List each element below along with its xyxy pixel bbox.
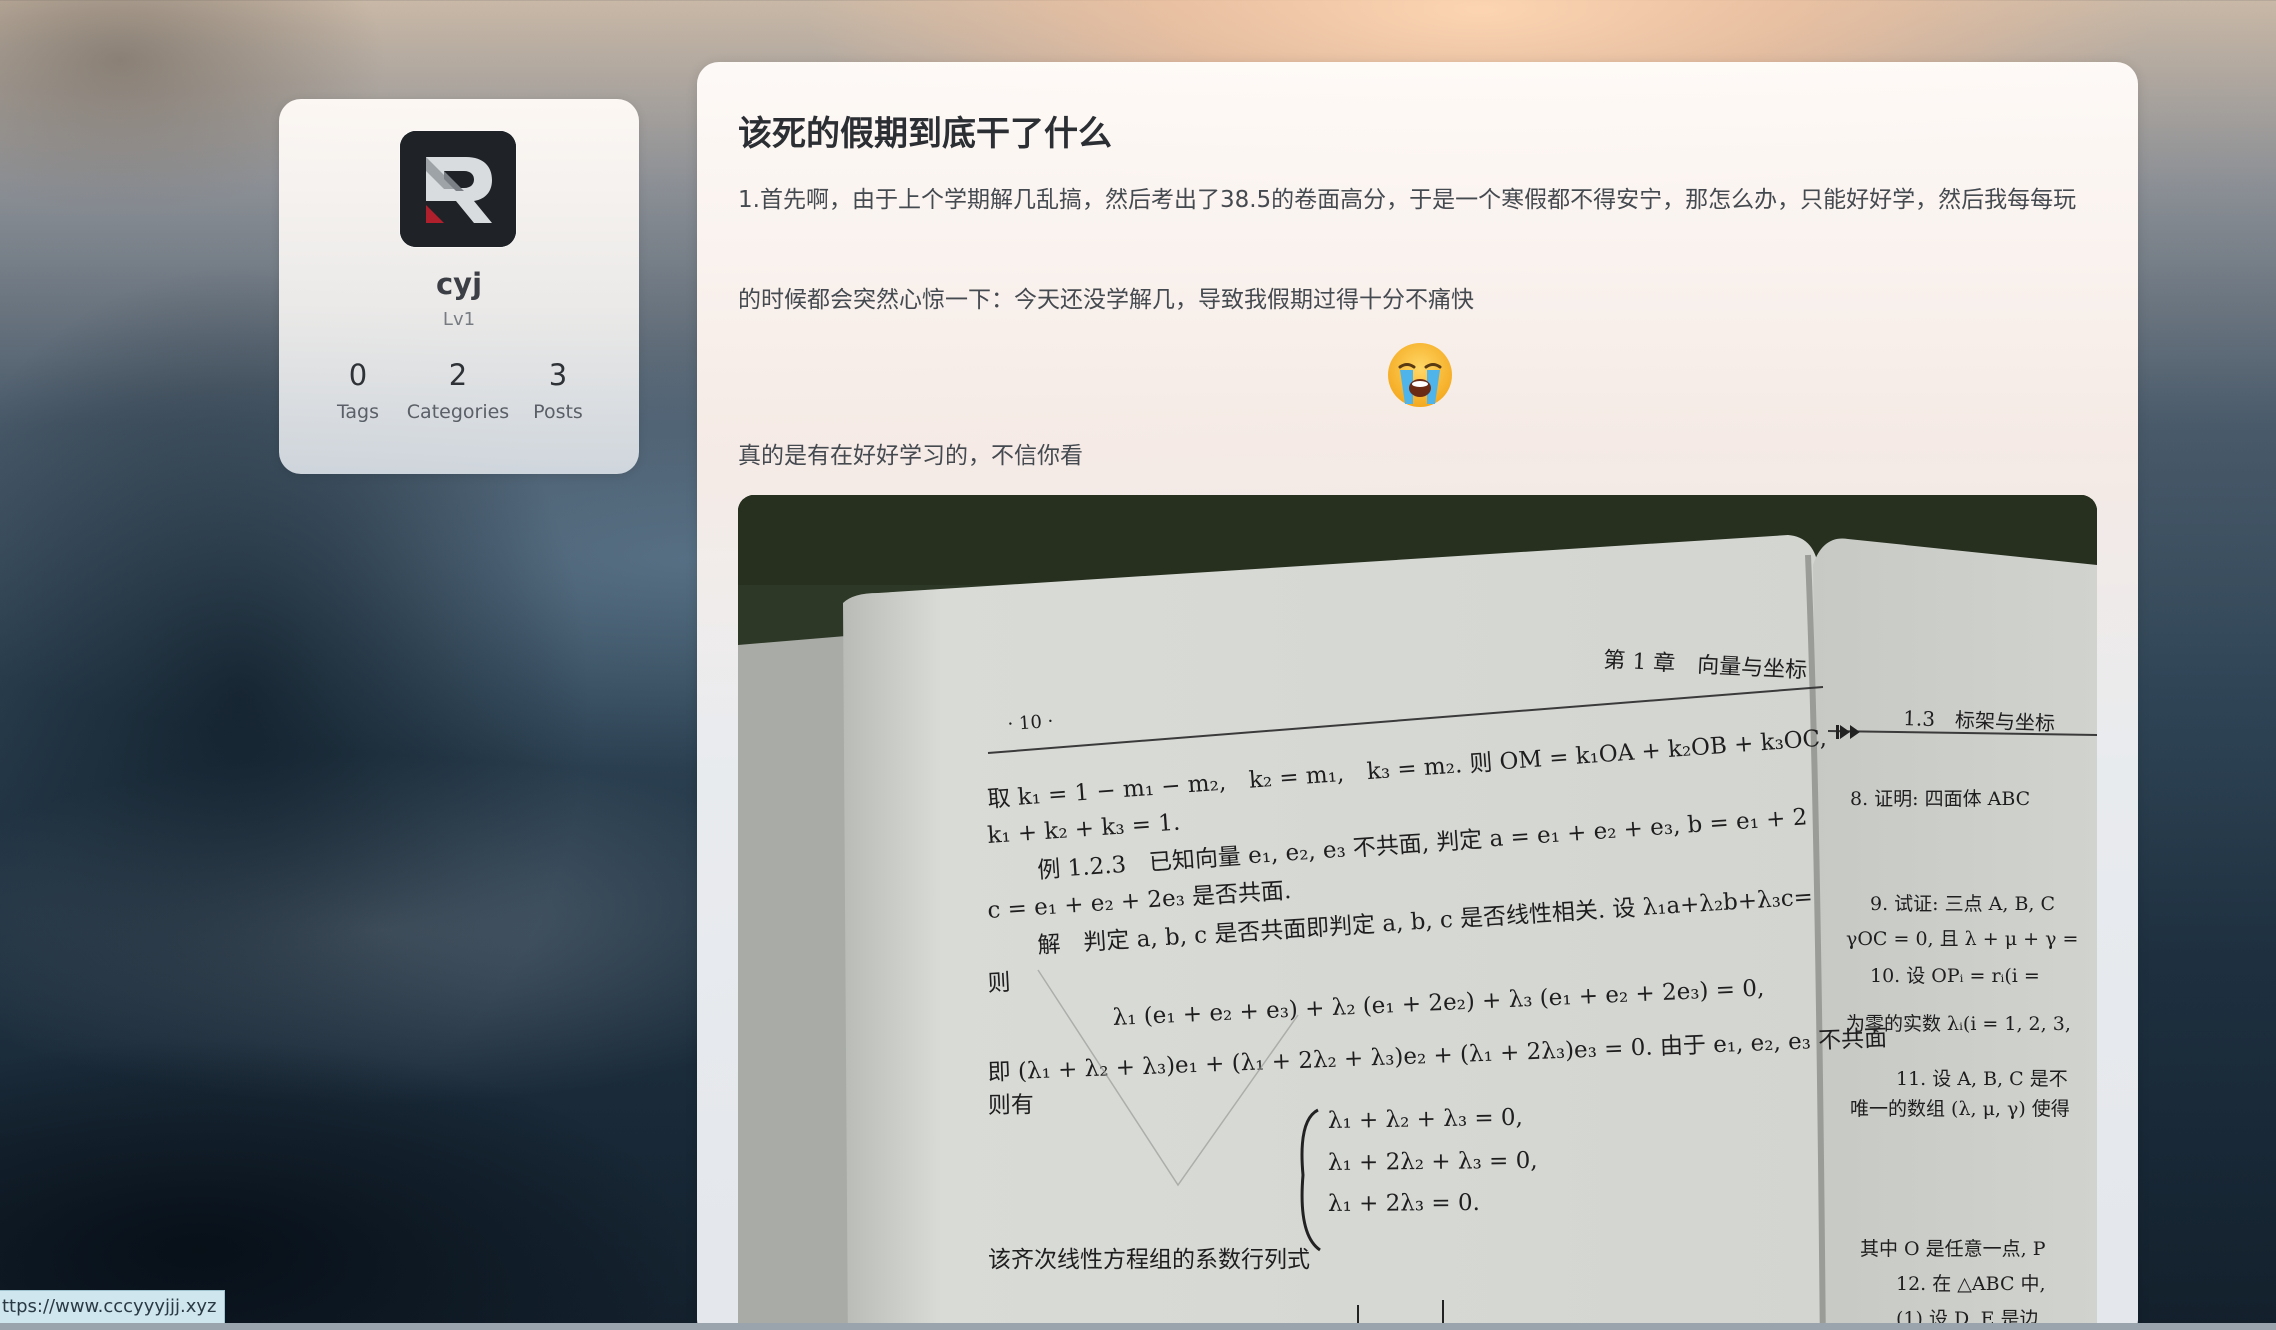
stat-label: Categories bbox=[406, 401, 510, 423]
photo-right-line: 8. 证明: 四面体 ABC bbox=[1850, 788, 2030, 810]
stat-value: 2 bbox=[448, 358, 468, 392]
textbook-photo[interactable]: · 10 · 第 1 章 向量与坐标 1.3 标架与坐标 取 k₁ = 1 − … bbox=[738, 495, 2097, 1330]
photo-line: λ₁ + 2λ₃ = 0. bbox=[1328, 1190, 1480, 1217]
article-card: 该死的假期到底干了什么 1.首先啊，由于上个学期解几乱搞，然后考出了38.5的卷… bbox=[697, 62, 2138, 1330]
photo-right-line: 12. 在 △ABC 中, bbox=[1896, 1273, 2046, 1295]
stat-posts[interactable]: 3 Posts bbox=[503, 357, 613, 423]
stat-label: Tags bbox=[336, 401, 380, 423]
photo-right-line: 唯一的数组 (λ, μ, γ) 使得 bbox=[1850, 1098, 2070, 1120]
textbook-page-image: · 10 · 第 1 章 向量与坐标 1.3 标架与坐标 取 k₁ = 1 − … bbox=[738, 495, 2097, 1330]
photo-right-line: 为零的实数 λᵢ(i = 1, 2, 3, bbox=[1846, 1013, 2071, 1035]
profile-card: cyj Lv1 0 Tags 2 Categories 3 Posts bbox=[279, 99, 639, 474]
photo-right-line: γOC = 0, 且 λ + μ + γ = bbox=[1846, 928, 2078, 950]
article-paragraph: 的时候都会突然心惊一下：今天还没学解几，导致我假期过得十分不痛快 bbox=[738, 287, 1474, 313]
photo-header-left: · 10 · bbox=[1007, 711, 1054, 735]
loudly-crying-face-icon bbox=[1385, 340, 1455, 410]
stat-categories[interactable]: 2 Categories bbox=[403, 357, 513, 423]
photo-right-line: 10. 设 OPᵢ = rᵢ(i = bbox=[1870, 965, 2040, 987]
photo-line: 则 bbox=[987, 970, 1011, 997]
photo-right-line: 11. 设 A, B, C 是不 bbox=[1896, 1068, 2068, 1090]
photo-line: λ₁ + 2λ₂ + λ₃ = 0, bbox=[1328, 1148, 1538, 1176]
article-title: 该死的假期到底干了什么 bbox=[738, 114, 1112, 154]
article-paragraph: 1.首先啊，由于上个学期解几乱搞，然后考出了38.5的卷面高分，于是一个寒假都不… bbox=[738, 187, 2077, 213]
photo-line: λ₁ + λ₂ + λ₃ = 0, bbox=[1328, 1105, 1523, 1134]
stat-value: 3 bbox=[548, 358, 568, 392]
profile-name: cyj bbox=[435, 267, 483, 301]
photo-line: 则有 bbox=[988, 1092, 1034, 1119]
article-paragraph: 真的是有在好好学习的，不信你看 bbox=[738, 443, 1083, 469]
stat-tags[interactable]: 0 Tags bbox=[303, 357, 413, 423]
profile-level: Lv1 bbox=[442, 309, 476, 330]
photo-right-line: 9. 试证: 三点 A, B, C bbox=[1870, 893, 2055, 915]
avatar[interactable] bbox=[400, 131, 516, 247]
photo-right-line: 其中 O 是任意一点, P bbox=[1860, 1238, 2046, 1260]
r-logo-icon bbox=[400, 131, 516, 247]
stat-value: 0 bbox=[348, 358, 368, 392]
photo-line: 该齐次线性方程组的系数行列式 bbox=[988, 1247, 1310, 1273]
bottom-edge bbox=[0, 1323, 2276, 1330]
stat-label: Posts bbox=[533, 401, 583, 423]
status-bar-url: ttps://www.cccyyyjjj.xyz bbox=[0, 1290, 226, 1324]
